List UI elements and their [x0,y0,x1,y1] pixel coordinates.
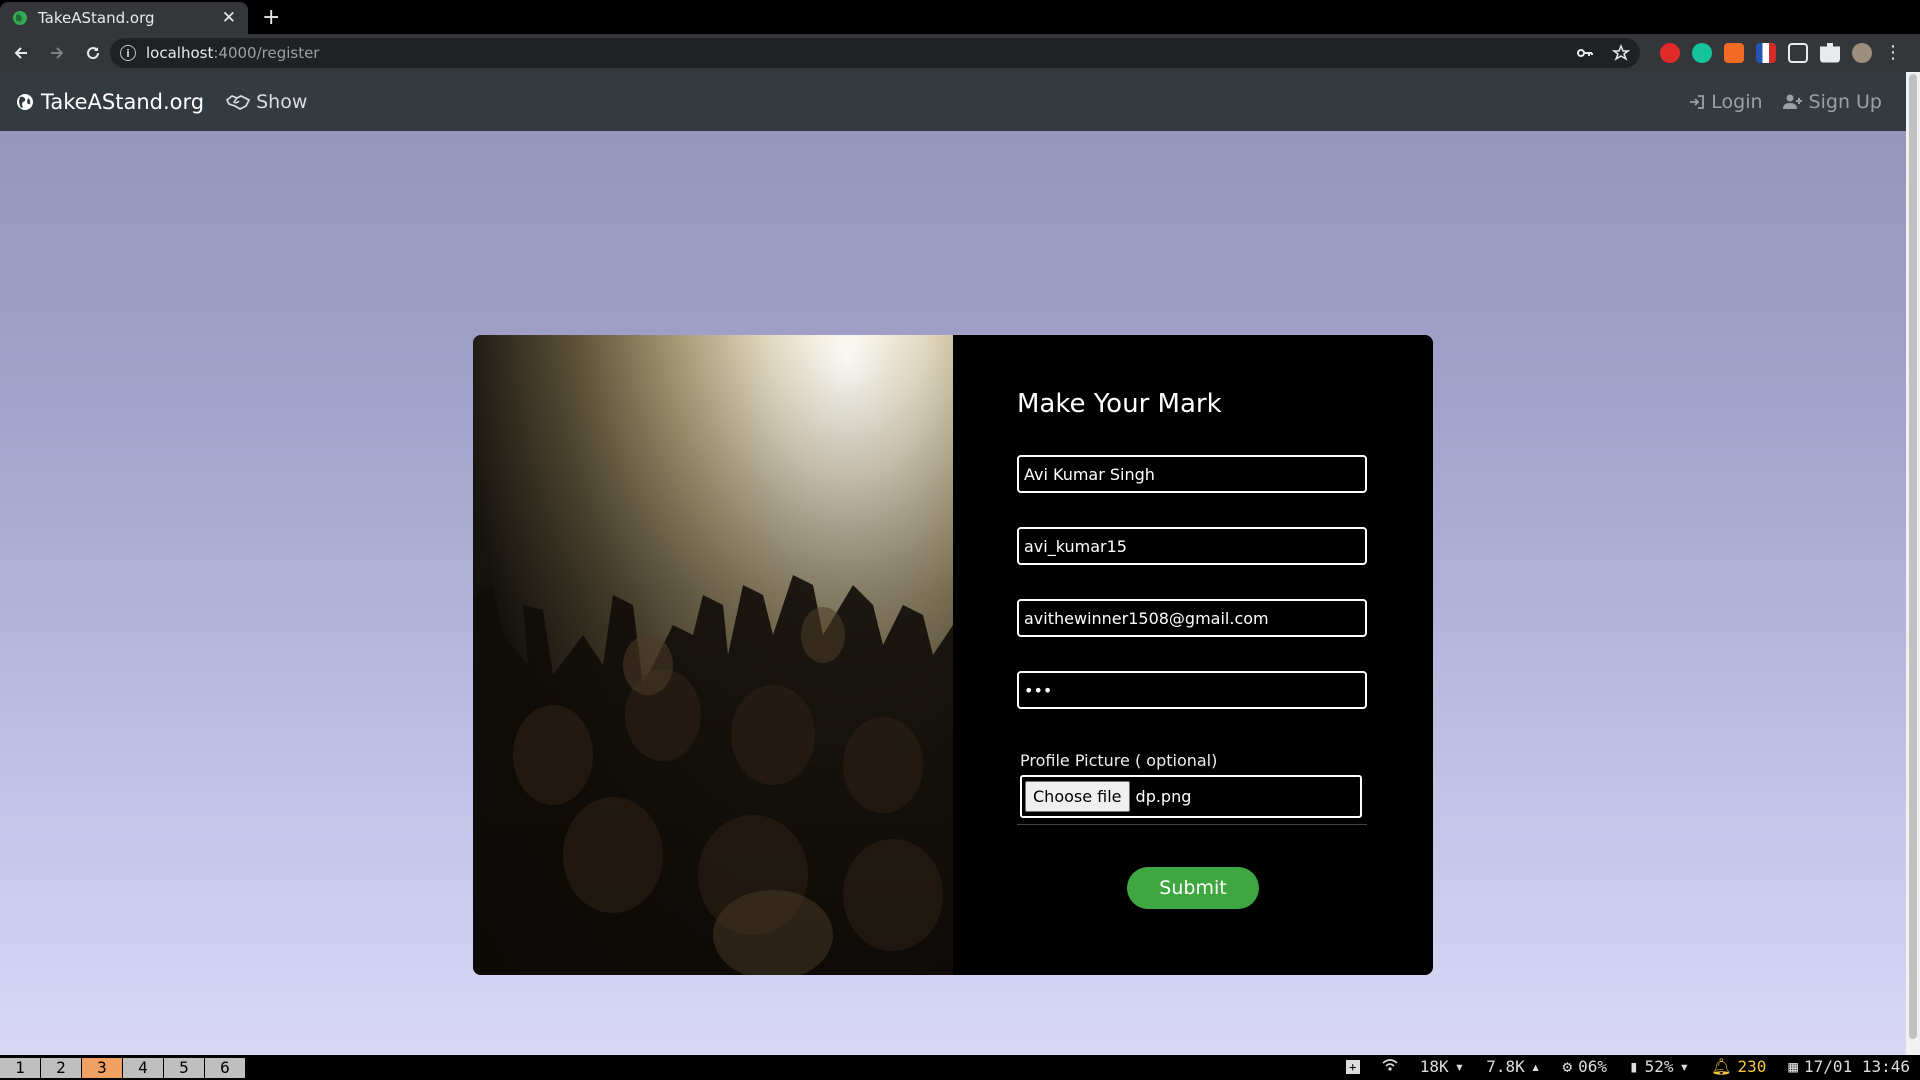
form-title: Make Your Mark [1017,389,1222,419]
name-field[interactable] [1017,455,1367,493]
profile-picture-input[interactable]: Choose file dp.png [1020,775,1362,818]
workspace-3[interactable]: 3 [82,1058,122,1078]
puzzle-extensions-icon[interactable] [1820,42,1840,63]
forward-arrow-icon[interactable] [42,38,72,68]
workspace-1[interactable]: 1 [0,1058,40,1078]
key-icon[interactable] [1576,44,1594,62]
url-host: localhost [146,44,214,62]
globe-icon [17,93,33,110]
bell-icon: 🔔︎ [1711,1057,1732,1076]
globe-favicon-icon [13,11,27,25]
password-field[interactable] [1017,671,1367,709]
register-form: Make Your Mark Profile Picture ( optiona… [953,335,1433,975]
net-down-indicator: 18K ▾ [1419,1057,1465,1076]
flag-extension-icon[interactable] [1756,42,1776,63]
show-link[interactable]: Show [226,91,307,113]
page-viewport: TakeAStand.org Show Login Sign Up Make Y… [0,72,1906,1055]
extensions-area: ⋮ [1660,42,1902,63]
back-arrow-icon[interactable] [6,38,36,68]
signup-label: Sign Up [1808,90,1882,113]
login-label: Login [1711,90,1763,113]
adblock-extension-icon[interactable] [1660,42,1680,63]
net-up-indicator: 7.8K ▴ [1486,1057,1541,1076]
tab-title: TakeAStand.org [38,9,155,27]
signup-link[interactable]: Sign Up [1782,90,1882,113]
add-icon[interactable]: + [1345,1059,1360,1074]
workspace-4[interactable]: 4 [123,1058,163,1078]
show-label: Show [256,90,308,113]
battery-indicator: ▮ 52% ▾ [1628,1057,1690,1076]
workspace-6[interactable]: 6 [205,1058,245,1078]
browser-toolbar: i localhost :4000/register ⋮ [0,34,1920,72]
site-info-icon[interactable]: i [120,45,136,61]
cpu-icon: ⚙ [1562,1057,1573,1076]
handshake-icon [226,94,251,110]
choose-file-button[interactable]: Choose file [1025,781,1130,812]
clock[interactable]: ▦ 17/01 13:46 [1788,1057,1910,1076]
scrollbar-thumb[interactable] [1909,74,1917,1039]
tv-extension-icon[interactable] [1788,42,1808,63]
browser-tab[interactable]: TakeAStand.org ✕ [0,2,248,34]
system-status-bar: 1 2 3 4 5 6 + 18K ▾ 7.8K ▴ ⚙ 06% ▮ 52% ▾ 🔔︎ 23… [0,1055,1920,1080]
notification-indicator[interactable]: 🔔︎ 230 [1711,1057,1766,1076]
close-tab-icon[interactable]: ✕ [222,8,236,28]
wifi-icon[interactable] [1382,1057,1398,1076]
chrome-menu-icon[interactable]: ⋮ [1884,42,1902,63]
workspace-2[interactable]: 2 [41,1058,81,1078]
username-field[interactable] [1017,527,1367,565]
chosen-file-name: dp.png [1135,787,1192,806]
concert-crowd-image [473,335,953,975]
calendar-icon: ▦ [1788,1057,1799,1076]
grammarly-extension-icon[interactable] [1692,42,1712,63]
workspace-switcher: 1 2 3 4 5 6 [0,1058,246,1078]
page-scrollbar[interactable] [1906,72,1920,1055]
divider [1017,824,1367,825]
battery-icon: ▮ [1628,1057,1639,1076]
email-field[interactable] [1017,599,1367,637]
submit-button[interactable]: Submit [1127,867,1259,909]
brand-name: TakeAStand.org [41,89,205,114]
orange-extension-icon[interactable] [1724,42,1744,63]
brand-link[interactable]: TakeAStand.org [16,90,204,114]
register-card: Make Your Mark Profile Picture ( optiona… [473,335,1433,975]
user-plus-icon [1782,94,1802,109]
sign-in-icon [1690,94,1705,109]
site-navbar: TakeAStand.org Show Login Sign Up [0,72,1906,131]
workspace-5[interactable]: 5 [164,1058,204,1078]
tab-strip: TakeAStand.org ✕ + [0,0,1920,34]
new-tab-icon[interactable]: + [262,5,280,30]
cpu-indicator: ⚙ 06% [1562,1057,1607,1076]
reload-icon[interactable] [78,38,108,68]
profile-picture-label: Profile Picture ( optional) [1020,751,1218,770]
address-bar[interactable]: i localhost :4000/register [110,38,1640,68]
system-tray: + 18K ▾ 7.8K ▴ ⚙ 06% ▮ 52% ▾ 🔔︎ 230 ▦ 17/01 13:… [1345,1057,1910,1076]
profile-avatar-icon[interactable] [1852,42,1872,63]
url-path: :4000/register [213,44,320,62]
bookmark-star-icon[interactable] [1612,44,1630,62]
login-link[interactable]: Login [1689,90,1763,113]
